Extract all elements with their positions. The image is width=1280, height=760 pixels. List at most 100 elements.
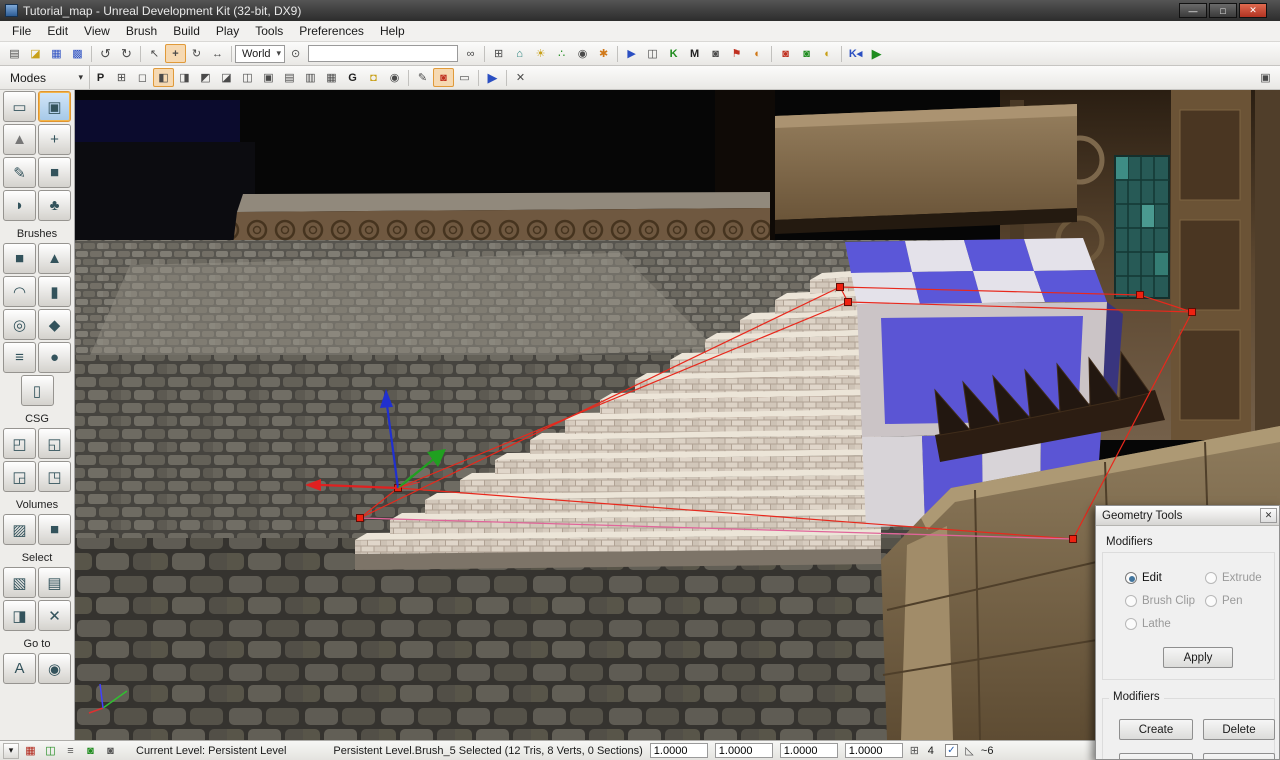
goto-actor-name-button[interactable]: A xyxy=(3,653,36,684)
lock-viewport-icon[interactable]: ◘ xyxy=(363,68,384,87)
search-icon[interactable]: ⊙ xyxy=(285,44,306,63)
world-properties-icon[interactable]: ◐ xyxy=(747,44,768,63)
partial-button-left[interactable] xyxy=(1119,753,1193,760)
build-all-icon[interactable]: ✱ xyxy=(593,44,614,63)
modes-dropdown[interactable]: Modes ▾ xyxy=(4,66,90,89)
translate-tool-icon[interactable]: + xyxy=(165,44,186,63)
volume-cube-button[interactable]: ■ xyxy=(38,514,71,545)
drag-grid-field-4[interactable] xyxy=(845,743,903,758)
drag-grid-field-1[interactable] xyxy=(650,743,708,758)
status-dropdown[interactable]: ▾ xyxy=(3,743,19,759)
viewport-style-9-icon[interactable]: ▥ xyxy=(300,68,321,87)
snap-checkbox[interactable]: ✓ xyxy=(945,744,958,757)
world-dropdown[interactable]: World ▾ xyxy=(235,45,285,63)
maximize-button[interactable]: □ xyxy=(1209,3,1237,18)
camera-icon[interactable]: ◙ xyxy=(102,743,119,759)
menu-tools[interactable]: Tools xyxy=(247,22,291,40)
viewport-style-6-icon[interactable]: ◫ xyxy=(237,68,258,87)
movie-capture-icon[interactable]: ◫ xyxy=(42,743,59,759)
csg-deintersect-button[interactable]: ◳ xyxy=(38,461,71,492)
game-view-icon[interactable]: G xyxy=(342,68,363,87)
binoculars-icon[interactable]: ∞ xyxy=(460,44,481,63)
brush-pen-icon[interactable]: ✎ xyxy=(412,68,433,87)
geometry-mode-button[interactable]: ▣ xyxy=(38,91,71,122)
radio-edit[interactable]: Edit xyxy=(1125,572,1162,584)
menu-edit[interactable]: Edit xyxy=(39,22,76,40)
scale-tool-icon[interactable]: ↔ xyxy=(207,44,228,63)
matinee-icon[interactable]: M xyxy=(684,44,705,63)
fullscreen-icon[interactable]: ⊞ xyxy=(488,44,509,63)
viewport-style-1-icon[interactable]: ◻ xyxy=(132,68,153,87)
eye-icon[interactable]: ◉ xyxy=(384,68,405,87)
radio-pen[interactable]: Pen xyxy=(1205,595,1242,607)
sliders-icon[interactable]: ≡ xyxy=(62,743,79,759)
radio-lathe[interactable]: Lathe xyxy=(1125,618,1171,630)
undo-icon[interactable]: ↺ xyxy=(95,44,116,63)
rotation-snap-icon[interactable]: ◺ xyxy=(961,743,978,759)
viewport-style-5-icon[interactable]: ◪ xyxy=(216,68,237,87)
square-viewport-icon[interactable]: ▭ xyxy=(454,68,475,87)
dialog-close-button[interactable]: ✕ xyxy=(1260,508,1277,523)
terrain-mode-button[interactable]: ▲ xyxy=(3,124,36,155)
kismet-icon[interactable]: K xyxy=(663,44,684,63)
asset-icon[interactable]: ◐ xyxy=(817,44,838,63)
brush-cylinder-button[interactable]: ▮ xyxy=(38,276,71,307)
play-in-viewport-icon[interactable]: ▶ xyxy=(621,44,642,63)
new-file-icon[interactable]: ▤ xyxy=(4,44,25,63)
viewport-style-7-icon[interactable]: ▣ xyxy=(258,68,279,87)
menu-brush[interactable]: Brush xyxy=(118,22,165,40)
close-button[interactable]: ✕ xyxy=(1239,3,1267,18)
content-browser-icon[interactable]: ◫ xyxy=(642,44,663,63)
select-invert-button[interactable]: ◨ xyxy=(3,600,36,631)
build-paths-icon[interactable]: ∴ xyxy=(551,44,572,63)
csg-intersect-button[interactable]: ◲ xyxy=(3,461,36,492)
brush-cube-button[interactable]: ■ xyxy=(3,243,36,274)
menu-file[interactable]: File xyxy=(4,22,39,40)
radio-brush-clip[interactable]: Brush Clip xyxy=(1125,595,1195,607)
save-icon[interactable]: ▦ xyxy=(46,44,67,63)
play-viewport-icon[interactable]: ▶ xyxy=(482,68,503,87)
build-lighting-icon[interactable]: ☀ xyxy=(530,44,551,63)
viewport-style-2-icon[interactable]: ◧ xyxy=(153,68,174,87)
kismet-back-icon[interactable]: K◂ xyxy=(845,44,866,63)
camera-move-mode-button[interactable]: + xyxy=(38,124,71,155)
drag-grid-field-3[interactable] xyxy=(780,743,838,758)
redo-icon[interactable]: ↻ xyxy=(116,44,137,63)
viewport-style-8-icon[interactable]: ▤ xyxy=(279,68,300,87)
brush-spiral-stair-button[interactable]: ◎ xyxy=(3,309,36,340)
build-geometry-icon[interactable]: ⌂ xyxy=(509,44,530,63)
viewport-style-4-icon[interactable]: ◩ xyxy=(195,68,216,87)
camera-record-icon[interactable]: ◙ xyxy=(775,44,796,63)
select-bucket-button[interactable]: ▤ xyxy=(38,567,71,598)
viewport-style-10-icon[interactable]: ▦ xyxy=(321,68,342,87)
tools-crossed-icon[interactable]: ✕ xyxy=(510,68,531,87)
play-level-icon[interactable]: ▶ xyxy=(866,44,887,63)
mesh-paint-mode-button[interactable]: ✎ xyxy=(3,157,36,188)
viewport-style-3-icon[interactable]: ◨ xyxy=(174,68,195,87)
csg-add-button[interactable]: ◰ xyxy=(3,428,36,459)
brush-curved-stair-button[interactable]: ◠ xyxy=(3,276,36,307)
search-input[interactable] xyxy=(308,45,458,62)
drag-grid-field-2[interactable] xyxy=(715,743,773,758)
dock-window-icon[interactable]: ▣ xyxy=(1255,68,1276,87)
create-button[interactable]: Create xyxy=(1119,719,1193,740)
camera-icon[interactable]: ◙ xyxy=(705,44,726,63)
static-mesh-mode-button[interactable]: ■ xyxy=(38,157,71,188)
flag-icon[interactable]: ⚑ xyxy=(726,44,747,63)
brush-linear-stair-button[interactable]: ≡ xyxy=(3,342,36,373)
geometry-tools-titlebar[interactable]: Geometry Tools xyxy=(1096,506,1279,526)
select-none-button[interactable]: ✕ xyxy=(38,600,71,631)
build-cover-icon[interactable]: ◉ xyxy=(572,44,593,63)
brush-cone-button[interactable]: ▲ xyxy=(38,243,71,274)
preview-toggle-icon[interactable]: P xyxy=(90,68,111,87)
realtime-grid-icon[interactable]: ▦ xyxy=(22,743,39,759)
window-titlebar[interactable]: Tutorial_map - Unreal Development Kit (3… xyxy=(0,0,1280,21)
foliage-mode-button[interactable]: ♣ xyxy=(38,190,71,221)
camera-speed-icon[interactable]: ◙ xyxy=(82,743,99,759)
menu-preferences[interactable]: Preferences xyxy=(291,22,372,40)
menu-view[interactable]: View xyxy=(76,22,118,40)
csg-subtract-button[interactable]: ◱ xyxy=(38,428,71,459)
camera-speed-icon[interactable]: ◙ xyxy=(796,44,817,63)
texture-mode-button[interactable]: ◗ xyxy=(3,190,36,221)
grid-size-value[interactable]: 4 xyxy=(928,745,934,757)
